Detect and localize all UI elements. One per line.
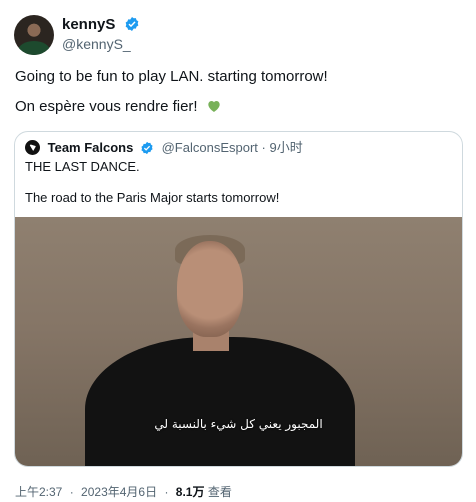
author-name-row[interactable]: kennyS [62, 16, 140, 37]
footer-views-count: 8.1万 [175, 485, 205, 499]
quoted-text-line2: The road to the Paris Major starts tomor… [25, 190, 280, 205]
avatar-shoulders [18, 41, 50, 55]
tweet-footer: 上午2:37 · 2023年4月6日 · 8.1万 查看 [15, 484, 232, 500]
avatar[interactable] [14, 15, 54, 55]
footer-views-label: 查看 [207, 485, 232, 499]
video-subtitle: المجبور يعني كل شيء بالنسبة لي [154, 417, 323, 431]
quoted-tweet-card[interactable]: Team Falcons @FalconsEsport · 9小时 THE LA… [14, 131, 463, 467]
footer-dot: · [69, 485, 74, 499]
video-person-body [85, 337, 355, 466]
quoted-text-line1: THE LAST DANCE. [25, 159, 140, 174]
author-name[interactable]: kennyS [62, 16, 115, 33]
quoted-header: Team Falcons @FalconsEsport · 9小时 [25, 139, 303, 160]
footer-dot: · [164, 485, 169, 499]
tweet-text-line2: On espère vous rendre fier! [15, 98, 198, 115]
quoted-separator: · [261, 140, 266, 155]
author-handle[interactable]: @kennyS_ [62, 35, 131, 53]
quoted-handle[interactable]: @FalconsEsport [162, 140, 258, 155]
quoted-name[interactable]: Team Falcons [48, 140, 134, 155]
verified-badge-icon [124, 16, 140, 37]
falcons-logo-icon [25, 140, 40, 155]
green-heart-icon [206, 98, 222, 120]
tweet-text-line1: Going to be fun to play LAN. starting to… [15, 68, 328, 85]
footer-date[interactable]: 2023年4月6日 [81, 485, 157, 499]
video-person-head [177, 241, 243, 337]
quoted-time[interactable]: 9小时 [270, 140, 303, 155]
quoted-video[interactable]: المجبور يعني كل شيء بالنسبة لي [15, 217, 462, 466]
tweet-text-line2-row: On espère vous rendre fier! [15, 97, 222, 120]
footer-time[interactable]: 上午2:37 [15, 485, 62, 499]
quoted-verified-badge-icon [140, 141, 154, 160]
